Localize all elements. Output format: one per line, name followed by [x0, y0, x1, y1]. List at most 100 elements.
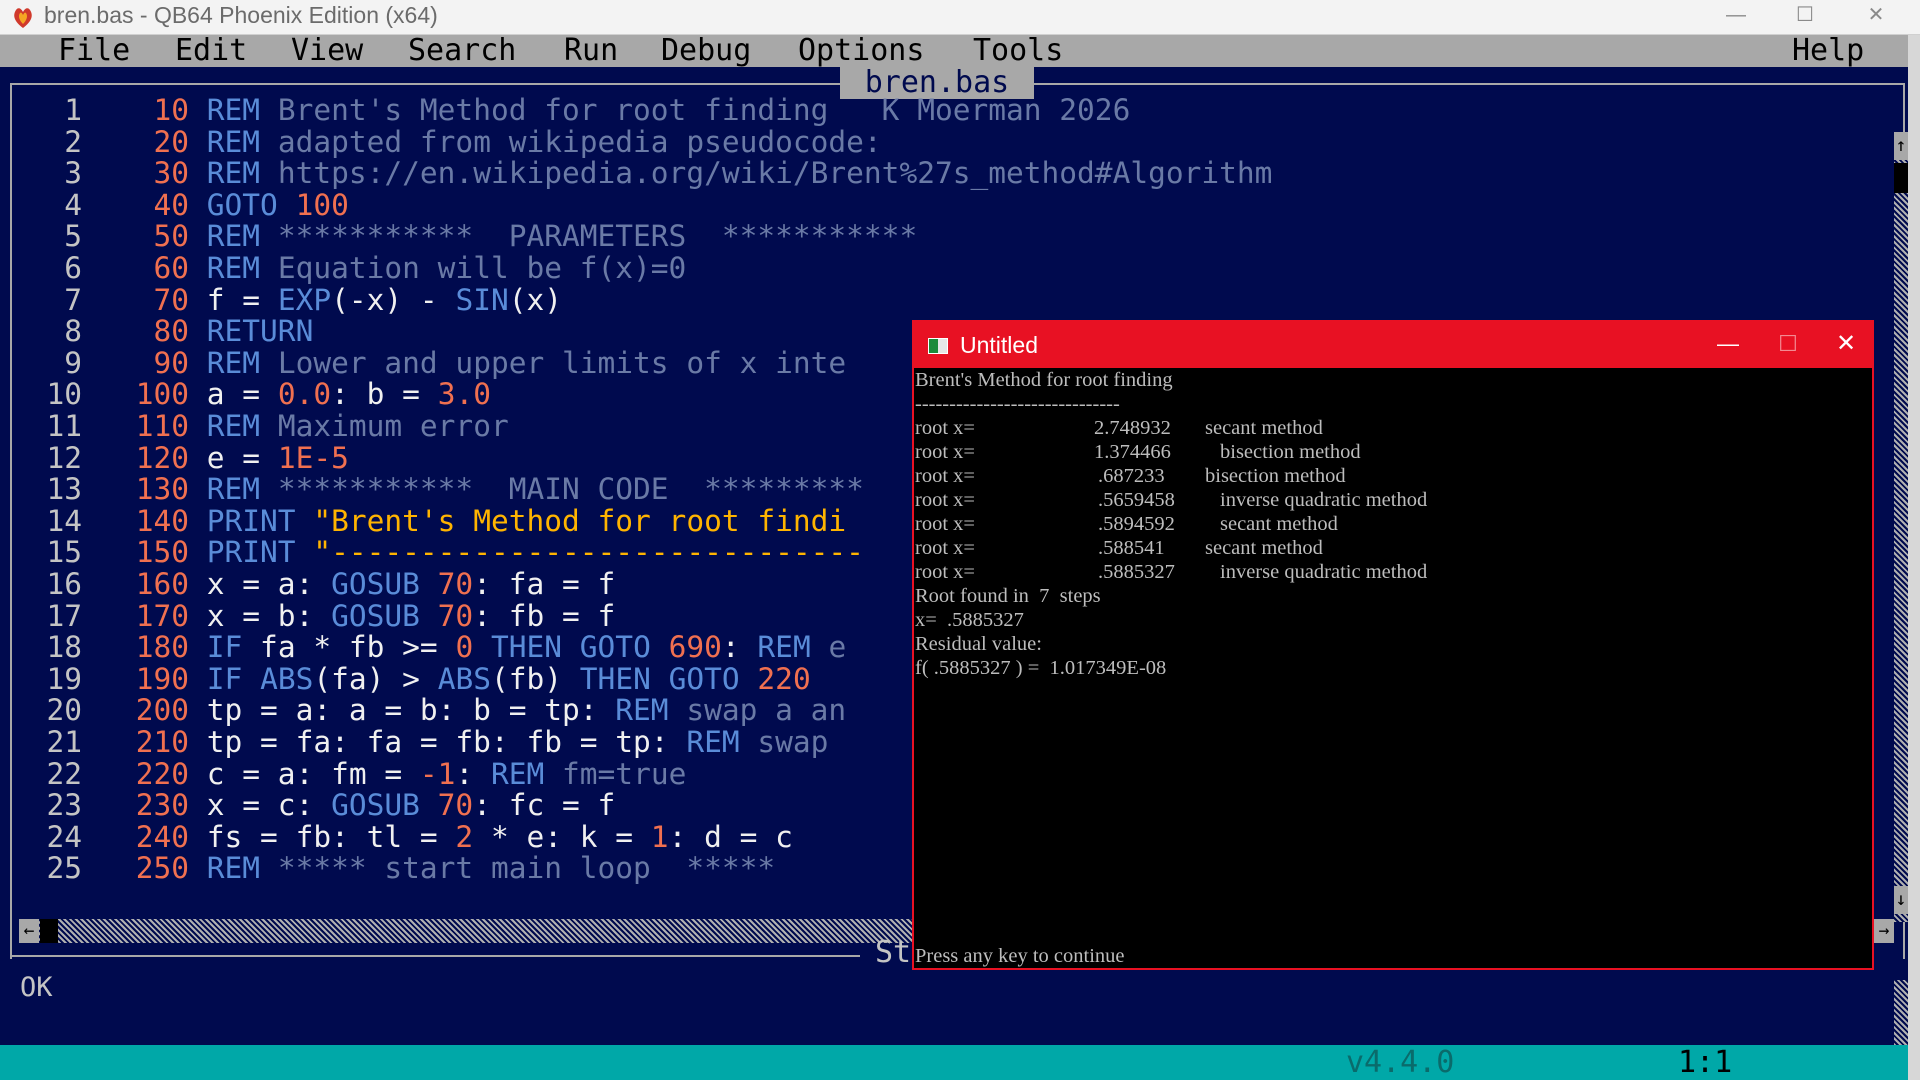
maximize-button[interactable]: ☐: [1775, 0, 1835, 34]
output-minimize-button[interactable]: —: [1700, 322, 1756, 368]
code-token: REM: [206, 345, 261, 380]
line-number: 25: [46, 851, 82, 886]
code-token: *********** PARAMETERS ***********: [260, 219, 918, 254]
code-line[interactable]: 3 30 REM https://en.wikipedia.org/wiki/Br…: [14, 157, 1272, 190]
basic-line-number: 190: [135, 661, 189, 696]
code-line[interactable]: 10 100 a = 0.0: b = 3.0: [14, 379, 491, 411]
menu-view[interactable]: View: [291, 35, 363, 67]
code-token: GOSUB: [331, 567, 420, 601]
editor-vertical-scrollbar[interactable]: [1894, 132, 1908, 922]
close-button[interactable]: ✕: [1846, 0, 1906, 34]
line-number: 14: [46, 503, 82, 538]
root-method: inverse quadratic method: [1220, 561, 1428, 583]
code-line[interactable]: 13 130 REM *********** MAIN CODE ********…: [14, 473, 863, 506]
scroll-down-arrow-icon[interactable]: ↓: [1894, 886, 1908, 914]
code-line[interactable]: 4 40 GOTO 100: [14, 188, 349, 222]
code-line[interactable]: 24 240 fs = fb: tl = 2 * e: k = 1: d = c: [14, 819, 792, 854]
output-titlebar[interactable]: Untitled — ☐ ✕: [914, 322, 1872, 368]
menu-edit[interactable]: Edit: [175, 35, 247, 67]
code-line[interactable]: 19 190 IF ABS(fa) > ABS(fb) THEN GOTO 220: [14, 661, 810, 696]
scroll-left-arrow-icon[interactable]: ←: [19, 919, 39, 943]
app-titlebar: bren.bas - QB64 Phoenix Edition (x64) — …: [0, 0, 1920, 35]
code-line[interactable]: 9 90 REM Lower and upper limits of x inte: [14, 345, 846, 380]
code-line[interactable]: 7 70 f = EXP(-x) - SIN(x): [14, 282, 563, 317]
code-token: REM: [206, 124, 261, 159]
code-line[interactable]: 2 20 REM adapted from wikipedia pseudocod…: [14, 124, 881, 159]
horizontal-scroll-thumb[interactable]: [40, 919, 58, 943]
code-token: THEN: [579, 661, 651, 696]
code-line[interactable]: 16 160 x = a: GOSUB 70: fa = f: [14, 567, 616, 601]
code-line[interactable]: 8 80 RETURN: [14, 314, 313, 349]
basic-line-number: 210: [135, 725, 189, 759]
code-line[interactable]: 23 230 x = c: GOSUB 70: fc = f: [14, 788, 616, 823]
menu-file[interactable]: File: [58, 35, 130, 67]
code-line[interactable]: 17 170 x = b: GOSUB 70: fb = f: [14, 598, 615, 633]
menu-help[interactable]: Help: [1792, 35, 1864, 67]
scroll-right-arrow-icon[interactable]: →: [1874, 919, 1894, 943]
code-line[interactable]: 20 200 tp = a: a = b: b = tp: REM swap a …: [14, 695, 846, 727]
code-line[interactable]: 12 120 e = 1E-5: [14, 442, 348, 475]
program-output-window[interactable]: Untitled — ☐ ✕ Brent's Method for root f…: [912, 320, 1874, 970]
menu-debug[interactable]: Debug: [661, 35, 751, 67]
code-token: "------------------------------: [313, 535, 864, 570]
code-line[interactable]: 21 210 tp = fa: fa = fb: fb = tp: REM swa…: [14, 725, 828, 759]
app-title: bren.bas - QB64 Phoenix Edition (x64): [44, 2, 438, 28]
code-token: GOSUB: [331, 788, 420, 823]
menu-options[interactable]: Options: [798, 35, 924, 67]
code-token: : b =: [331, 377, 438, 412]
root-label: root x=: [915, 513, 975, 535]
root-value: .5885327: [1098, 561, 1175, 583]
scroll-up-arrow-icon[interactable]: ↑: [1894, 132, 1908, 160]
code-line[interactable]: 1 10 REM Brent's Method for root finding …: [14, 95, 1130, 127]
code-token: :: [455, 756, 491, 791]
code-token: GOTO: [668, 661, 740, 696]
vertical-scroll-thumb[interactable]: [1894, 163, 1908, 193]
code-token: : fa = f: [473, 567, 616, 601]
code-line[interactable]: 25 250 REM ***** start main loop *****: [14, 853, 775, 885]
code-token: swap a an: [668, 693, 847, 728]
basic-line-number: 70: [153, 282, 189, 317]
output-maximize-button[interactable]: ☐: [1760, 322, 1816, 368]
root-label: root x=: [915, 417, 975, 439]
basic-line-number: 50: [153, 219, 189, 254]
code-token: : fc = f: [473, 788, 616, 823]
line-number: 18: [46, 630, 82, 665]
line-number: 9: [64, 345, 82, 380]
basic-line-number: 240: [135, 819, 189, 854]
code-token: tp = fa: fa = fb: fb = tp:: [206, 725, 687, 759]
line-number: 8: [64, 314, 82, 349]
continue-prompt: Press any key to continue: [915, 945, 1125, 967]
code-line[interactable]: 22 220 c = a: fm = -1: REM fm=true: [14, 756, 686, 791]
code-token: REM: [615, 693, 669, 728]
root-value: .687233: [1098, 465, 1165, 487]
code-line[interactable]: 5 50 REM *********** PARAMETERS *********…: [14, 221, 917, 253]
line-number: 7: [64, 282, 82, 317]
menu-search[interactable]: Search: [408, 35, 516, 67]
output-close-button[interactable]: ✕: [1818, 322, 1874, 368]
output-window-title: Untitled: [960, 332, 1038, 358]
basic-line-number: 170: [135, 598, 189, 633]
code-token: SIN: [455, 282, 509, 317]
root-method: inverse quadratic method: [1220, 489, 1428, 511]
code-line[interactable]: 11 110 REM Maximum error: [14, 410, 508, 443]
code-line[interactable]: 6 60 REM Equation will be f(x)=0: [14, 252, 686, 285]
minimize-button[interactable]: —: [1706, 0, 1766, 34]
code-token: (x): [508, 282, 563, 317]
menu-tools[interactable]: Tools: [973, 35, 1063, 67]
code-token: 3.0: [437, 377, 491, 412]
steps-line: Root found in 7 steps: [915, 585, 1101, 607]
line-number: 1: [64, 95, 82, 127]
code-token: tp = a: a = b: b = tp:: [206, 693, 616, 728]
menu-run[interactable]: Run: [564, 35, 618, 67]
status-message: OK: [20, 972, 53, 1003]
root-value: 2.748932: [1094, 417, 1171, 439]
code-line[interactable]: 18 180 IF fa * fb >= 0 THEN GOTO 690: REM…: [14, 630, 846, 665]
code-token: (-x) -: [331, 282, 456, 317]
code-line[interactable]: 14 140 PRINT "Brent's Method for root fin…: [14, 503, 846, 538]
code-line[interactable]: 15 150 PRINT "---------------------------…: [14, 535, 864, 570]
line-number: 17: [46, 598, 82, 633]
